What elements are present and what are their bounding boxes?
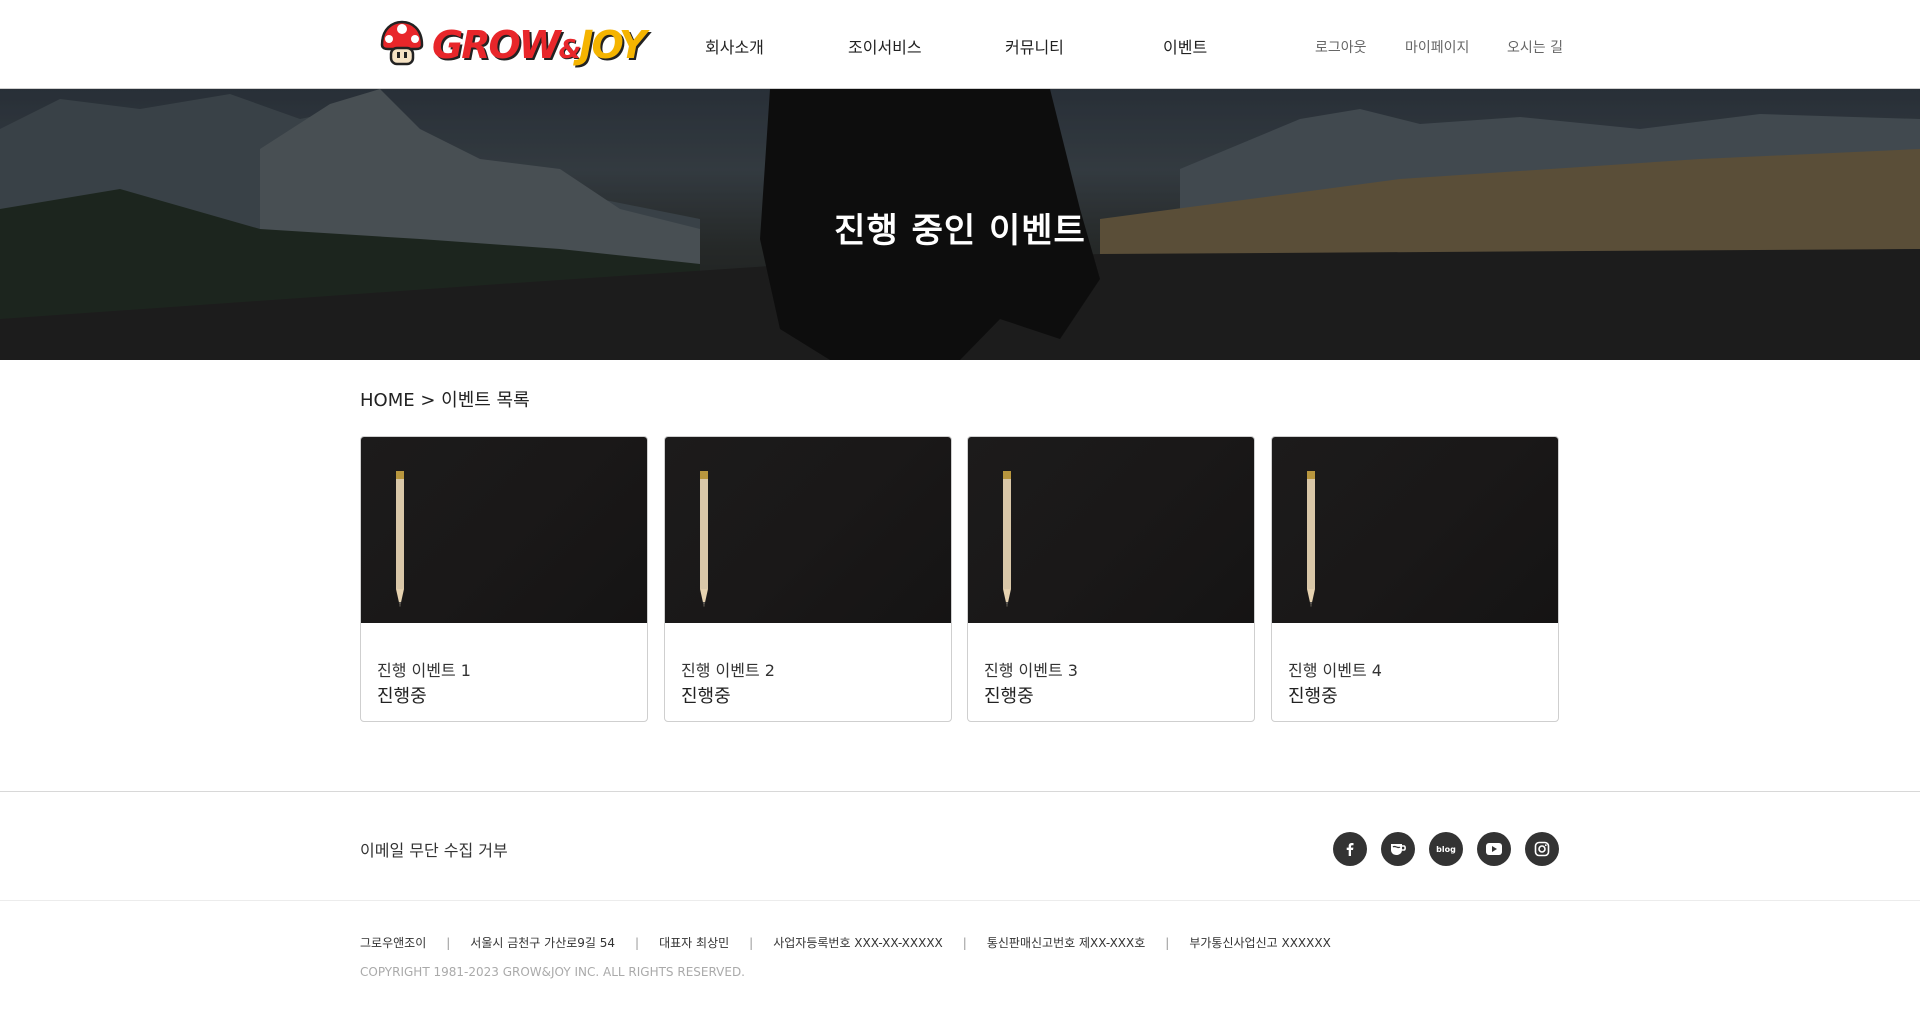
directions-link[interactable]: 오시는 길 <box>1507 37 1563 57</box>
logo-amp-text: & <box>558 35 582 65</box>
event-card-4[interactable]: 진행 이벤트 4 진행중 <box>1271 436 1559 722</box>
nav-community[interactable]: 커뮤니티 <box>1005 34 1064 58</box>
logo-wordmark: GROW&JOY <box>432 23 647 67</box>
event-status: 진행중 <box>681 686 731 707</box>
company-ceo: 대표자 최상민 <box>659 936 730 950</box>
event-title: 진행 이벤트 4 <box>1288 661 1382 680</box>
event-status: 진행중 <box>377 686 427 707</box>
event-title: 진행 이벤트 3 <box>984 661 1078 680</box>
blog-icon-label: blog <box>1436 844 1456 854</box>
event-status: 진행중 <box>1288 686 1338 707</box>
event-status: 진행중 <box>984 686 1034 707</box>
info-separator: | <box>1165 935 1170 950</box>
nav-company[interactable]: 회사소개 <box>705 34 764 58</box>
banner-title: 진행 중인 이벤트 <box>834 211 1086 251</box>
logo-joy-text: JOY <box>579 23 646 67</box>
company-name: 그로우앤조이 <box>360 936 427 950</box>
pencil-image <box>700 471 708 607</box>
breadcrumb: HOME > 이벤트 목록 <box>360 390 530 411</box>
youtube-icon[interactable] <box>1477 832 1511 866</box>
footer-divider <box>0 791 1920 792</box>
blog-icon[interactable]: blog <box>1429 832 1463 866</box>
pencil-image <box>1003 471 1011 607</box>
info-separator: | <box>635 935 640 950</box>
logout-link[interactable]: 로그아웃 <box>1315 37 1367 57</box>
nav-joy-service[interactable]: 조이서비스 <box>848 34 922 58</box>
event-thumbnail <box>1272 437 1558 623</box>
mypage-link[interactable]: 마이페이지 <box>1405 37 1469 57</box>
nav-event[interactable]: 이벤트 <box>1163 34 1207 58</box>
business-registration-number: 사업자등록번호 XXX-XX-XXXXX <box>773 936 943 950</box>
company-info: 그로우앤조이 | 서울시 금천구 가산로9길 54 | 대표자 최상민 | 사업… <box>360 934 1331 951</box>
company-address: 서울시 금천구 가산로9길 54 <box>470 936 616 950</box>
site-logo[interactable]: GROW&JOY <box>378 19 647 71</box>
event-thumbnail <box>665 437 951 623</box>
info-separator: | <box>446 935 451 950</box>
event-title: 진행 이벤트 1 <box>377 661 471 680</box>
event-card-1[interactable]: 진행 이벤트 1 진행중 <box>360 436 648 722</box>
event-card-3[interactable]: 진행 이벤트 3 진행중 <box>967 436 1255 722</box>
cafe-icon[interactable] <box>1381 832 1415 866</box>
event-card-2[interactable]: 진행 이벤트 2 진행중 <box>664 436 952 722</box>
email-policy-link[interactable]: 이메일 무단 수집 거부 <box>360 837 508 861</box>
mushroom-icon <box>378 19 426 71</box>
telecom-report-number: 부가통신사업신고 XXXXXX <box>1189 936 1331 950</box>
footer-divider-2 <box>0 900 1920 901</box>
facebook-icon[interactable] <box>1333 832 1367 866</box>
event-title: 진행 이벤트 2 <box>681 661 775 680</box>
event-thumbnail <box>361 437 647 623</box>
info-separator: | <box>749 935 754 950</box>
logo-grow-text: GROW <box>432 23 561 67</box>
mail-order-report-number: 통신판매신고번호 제XX-XXX호 <box>986 936 1146 950</box>
hero-banner: 진행 중인 이벤트 <box>0 89 1920 360</box>
pencil-image <box>1307 471 1315 607</box>
event-thumbnail <box>968 437 1254 623</box>
pencil-image <box>396 471 404 607</box>
copyright: COPYRIGHT 1981-2023 GROW&JOY INC. ALL RI… <box>360 965 745 979</box>
info-separator: | <box>962 935 967 950</box>
instagram-icon[interactable] <box>1525 832 1559 866</box>
site-header: GROW&JOY 회사소개 조이서비스 커뮤니티 이벤트 로그아웃 마이페이지 … <box>0 0 1920 89</box>
